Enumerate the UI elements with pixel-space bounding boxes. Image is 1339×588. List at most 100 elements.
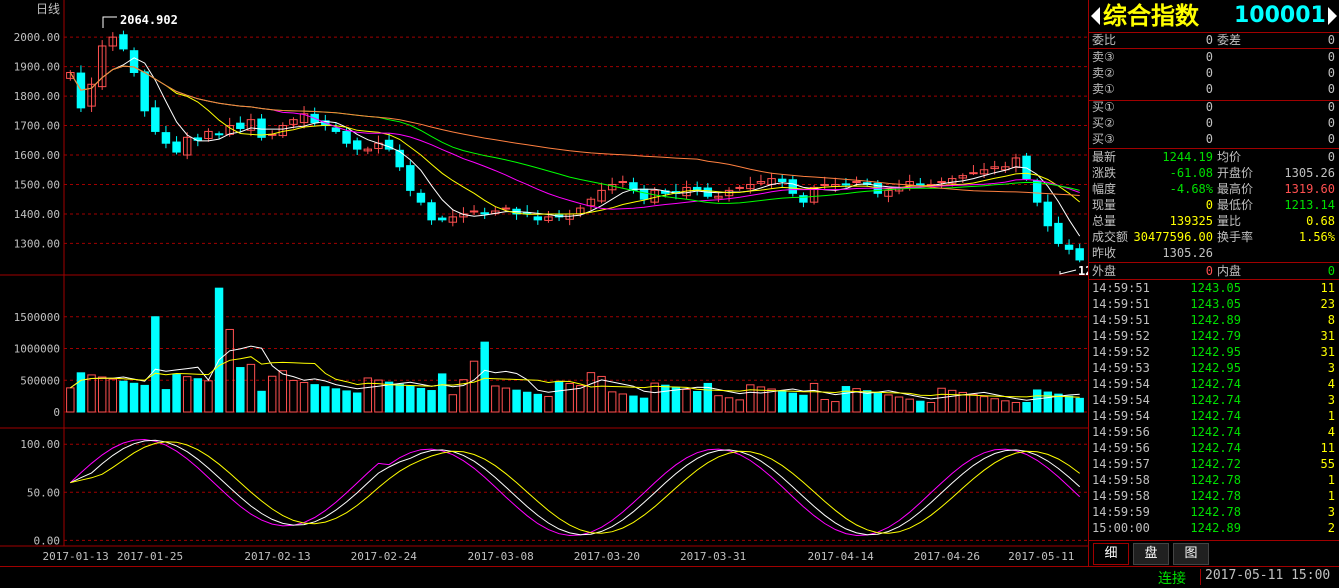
volume-bar bbox=[926, 401, 936, 413]
date-label: 2017-01-25 bbox=[117, 550, 183, 563]
quote-title: 综合指数 100001 bbox=[1089, 0, 1339, 32]
index-name: 综合指数 bbox=[1103, 2, 1199, 30]
tab-book[interactable]: 盘 bbox=[1133, 543, 1169, 565]
volume-bar bbox=[214, 287, 224, 413]
candle bbox=[352, 140, 362, 150]
candle bbox=[331, 127, 341, 132]
sell-row: 卖② 0 0 bbox=[1092, 66, 1335, 80]
date-label: 2017-02-24 bbox=[351, 550, 418, 563]
volume-axis-label: 1500000 bbox=[14, 311, 60, 324]
volume-bar bbox=[406, 385, 415, 413]
volume-bar bbox=[257, 390, 266, 413]
volume-bar bbox=[969, 394, 978, 413]
candle bbox=[161, 132, 171, 144]
candle bbox=[969, 172, 978, 175]
price-axis-label: 1800.00 bbox=[14, 90, 60, 103]
osc-axis-label: 100.00 bbox=[20, 438, 60, 451]
volume-bar bbox=[289, 379, 298, 413]
volume-bar bbox=[469, 360, 479, 413]
candle bbox=[214, 133, 224, 136]
candle bbox=[129, 50, 139, 73]
candle bbox=[406, 165, 415, 191]
weibi-row: 委比 0 委差 0 bbox=[1092, 33, 1335, 47]
volume-bar bbox=[714, 395, 723, 413]
tick-row: 14:59:52 1242.79 31 bbox=[1092, 329, 1335, 343]
date-label: 2017-04-14 bbox=[808, 550, 875, 563]
status-datetime: 2017-05-11 15:00 bbox=[1205, 568, 1331, 583]
index-code: 100001 bbox=[1234, 3, 1326, 28]
volume-bar bbox=[884, 394, 893, 413]
candle bbox=[119, 34, 128, 50]
volume-bar bbox=[671, 386, 681, 413]
tick-row: 14:59:54 1242.74 1 bbox=[1092, 409, 1335, 423]
buy-row: 买② 0 0 bbox=[1092, 116, 1335, 130]
volume-bar bbox=[1075, 397, 1084, 413]
tick-row: 14:59:51 1242.89 8 bbox=[1092, 313, 1335, 327]
volume-bar bbox=[374, 379, 383, 413]
tick-row: 14:59:58 1242.78 1 bbox=[1092, 473, 1335, 487]
volume-bar bbox=[501, 387, 511, 413]
nowvol-row: 现量 0 最低价 1213.14 bbox=[1092, 198, 1335, 212]
volume-bar bbox=[639, 397, 649, 413]
candle bbox=[533, 216, 543, 221]
candle bbox=[140, 71, 149, 112]
candle bbox=[639, 188, 649, 200]
volume-bar bbox=[682, 388, 691, 413]
price-axis-label: 1500.00 bbox=[14, 178, 60, 191]
osc-d-line bbox=[70, 441, 1080, 534]
volume-bar bbox=[321, 386, 330, 413]
sell-row: 卖① 0 0 bbox=[1092, 82, 1335, 96]
period-label: 日线 bbox=[36, 2, 60, 16]
tab-detail[interactable]: 细 bbox=[1093, 543, 1129, 565]
volume-bar bbox=[491, 385, 500, 413]
volume-bar bbox=[299, 382, 309, 413]
price-axis-label: 2000.00 bbox=[14, 31, 60, 44]
volume-bar bbox=[629, 395, 638, 413]
candle bbox=[820, 183, 829, 186]
volume-bar bbox=[862, 390, 872, 413]
volume-axis-label: 500000 bbox=[20, 374, 60, 387]
volume-bar bbox=[1032, 389, 1042, 413]
volume-bar bbox=[1064, 395, 1074, 413]
candle bbox=[777, 178, 787, 183]
candle bbox=[172, 141, 181, 153]
osc-axis-label: 0.00 bbox=[34, 534, 61, 547]
volume-bar bbox=[129, 382, 139, 413]
volume-bar bbox=[544, 395, 553, 413]
connection-status: 连接 bbox=[1158, 571, 1186, 587]
date-label: 2017-04-26 bbox=[914, 550, 980, 563]
tick-row: 14:59:54 1242.74 3 bbox=[1092, 393, 1335, 407]
candle bbox=[916, 183, 925, 186]
candle bbox=[852, 181, 861, 184]
tab-chart[interactable]: 图 bbox=[1173, 543, 1209, 565]
pct-row: 幅度 -4.68% 最高价 1319.60 bbox=[1092, 182, 1335, 196]
volume-bar bbox=[565, 382, 574, 413]
tick-row: 14:59:57 1242.72 55 bbox=[1092, 457, 1335, 471]
volume-bar bbox=[1011, 401, 1021, 413]
date-label: 2017-01-13 bbox=[43, 550, 109, 563]
candle bbox=[342, 130, 351, 144]
volume-bar bbox=[916, 400, 925, 413]
volume-bar bbox=[799, 394, 808, 413]
candle bbox=[416, 192, 426, 203]
high-price-label: 2064.902 bbox=[120, 13, 178, 27]
volume-bar bbox=[395, 383, 404, 413]
candle bbox=[841, 183, 851, 186]
prev-stock-icon[interactable] bbox=[1091, 7, 1100, 25]
volume-bar bbox=[1001, 400, 1010, 413]
volume-bar bbox=[661, 384, 670, 413]
volume-bar bbox=[151, 316, 160, 413]
candle bbox=[469, 210, 479, 213]
tick-row: 14:59:51 1243.05 23 bbox=[1092, 297, 1335, 311]
volume-bar bbox=[746, 384, 755, 413]
kline-chart[interactable]: 2000.00 1900.00 1800.00 1700.00 1600.00 1500.… bbox=[0, 0, 1089, 566]
next-stock-icon[interactable] bbox=[1328, 7, 1337, 25]
candle bbox=[1043, 201, 1053, 227]
candle bbox=[151, 107, 160, 132]
prev-row: 昨收 1305.26 bbox=[1092, 246, 1213, 260]
volume-bar bbox=[1043, 391, 1053, 413]
price-axis-label: 1700.00 bbox=[14, 120, 60, 133]
high-marker bbox=[102, 16, 117, 28]
volume-bar bbox=[182, 376, 192, 413]
candle bbox=[501, 207, 511, 210]
